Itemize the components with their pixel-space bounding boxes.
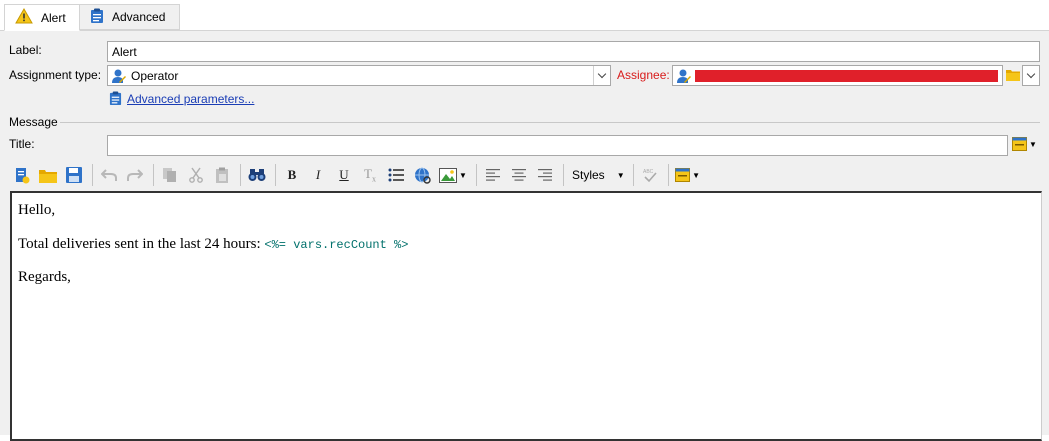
assignee-label: Assignee:: [617, 68, 670, 82]
svg-text:ABC: ABC: [643, 169, 654, 175]
copy-button[interactable]: [158, 163, 182, 187]
label-input[interactable]: Alert: [107, 41, 1040, 62]
tab-alert-label: Alert: [41, 10, 66, 25]
message-body-editor[interactable]: Hello, Total deliveries sent in the last…: [10, 191, 1042, 441]
bold-button[interactable]: B: [280, 163, 304, 187]
undo-icon: [101, 169, 117, 181]
undo-button[interactable]: [97, 163, 121, 187]
globe-link-icon: [414, 167, 431, 184]
align-center-icon: [512, 169, 526, 181]
alert-panel: Label: Alert Assignment type: Operator A…: [0, 31, 1049, 441]
toolbar-separator: [667, 164, 669, 186]
open-button[interactable]: [36, 163, 60, 187]
insert-field-icon: [1012, 137, 1027, 151]
save-icon: [66, 167, 82, 183]
clipboard-icon: [109, 91, 122, 109]
align-center-button[interactable]: [507, 163, 531, 187]
chevron-down-icon: [1026, 69, 1036, 79]
underline-button[interactable]: U: [332, 163, 356, 187]
tab-advanced-label: Advanced: [112, 10, 166, 24]
assignee-input[interactable]: [672, 65, 1003, 86]
tab-advanced[interactable]: Advanced: [80, 4, 180, 30]
align-left-icon: [486, 169, 500, 181]
toolbar-separator: [275, 164, 276, 186]
toolbar-separator: [153, 164, 154, 186]
new-document-icon: [16, 168, 30, 184]
editor-toolbar: B I U Tx ▼ Styles ▼ ABC ▼: [10, 161, 1040, 189]
clipboard-icon: [90, 8, 104, 27]
cut-icon: [189, 167, 203, 183]
label-field-label: Label:: [9, 43, 42, 57]
paste-icon: [216, 167, 228, 183]
image-icon: [439, 167, 458, 183]
editor-closing: Regards,: [18, 269, 71, 285]
toolbar-separator: [92, 164, 93, 186]
bold-icon: B: [287, 167, 297, 182]
editor-delivery-text: Total deliveries sent in the last 24 hou…: [18, 235, 265, 252]
assignment-type-label: Assignment type:: [9, 68, 102, 82]
dropdown-arrow-icon: ▼: [1029, 139, 1037, 149]
open-folder-icon: [39, 169, 57, 183]
new-document-button[interactable]: [10, 163, 34, 187]
italic-icon: I: [315, 167, 321, 182]
title-input[interactable]: [107, 135, 1008, 156]
title-label: Title:: [9, 137, 35, 151]
toolbar-separator: [240, 164, 241, 186]
align-left-button[interactable]: [481, 163, 505, 187]
copy-icon: [163, 168, 176, 182]
assignment-type-value: Operator: [131, 68, 179, 83]
editor-delivery-line: Total deliveries sent in the last 24 hou…: [18, 235, 1035, 255]
styles-dropdown[interactable]: Styles ▼: [568, 168, 629, 182]
assignee-dropdown-button[interactable]: [1022, 65, 1040, 86]
toolbar-separator: [476, 164, 477, 186]
warning-icon: [15, 7, 33, 27]
insert-field-icon: [675, 168, 691, 182]
advanced-parameters-link[interactable]: Advanced parameters...: [127, 92, 254, 106]
clear-format-button[interactable]: Tx: [358, 163, 382, 187]
save-button[interactable]: [62, 163, 86, 187]
message-section-divider: [60, 122, 1040, 123]
spellcheck-button[interactable]: ABC: [638, 163, 662, 187]
bullet-list-button[interactable]: [384, 163, 408, 187]
insert-field-button[interactable]: ▼: [1012, 137, 1037, 151]
toolbar-separator: [632, 164, 634, 186]
align-right-icon: [538, 169, 552, 181]
redo-button[interactable]: [123, 163, 147, 187]
editor-greeting: Hello,: [18, 202, 56, 218]
toolbar-separator: [563, 164, 564, 186]
clear-format-icon: Tx: [364, 166, 376, 184]
spellcheck-icon: ABC: [643, 169, 657, 183]
find-button[interactable]: [245, 163, 269, 187]
tab-bar: Alert Advanced: [0, 0, 1049, 31]
binoculars-icon: [248, 169, 266, 181]
insert-image-button[interactable]: ▼: [436, 163, 470, 187]
insert-link-button[interactable]: [410, 163, 434, 187]
operator-icon: [676, 68, 692, 84]
personalization-tag: <%= vars.recCount %>: [264, 237, 409, 252]
cut-button[interactable]: [184, 163, 208, 187]
message-section-label: Message: [9, 115, 58, 129]
paste-button[interactable]: [210, 163, 234, 187]
assignment-type-select[interactable]: Operator: [107, 65, 611, 86]
redo-icon: [127, 169, 143, 181]
redacted-assignee-value: [695, 69, 998, 82]
styles-dropdown-label: Styles: [572, 168, 605, 182]
insert-field-toolbar-button[interactable]: ▼: [673, 163, 703, 187]
dropdown-arrow-icon: ▼: [692, 170, 701, 180]
align-right-button[interactable]: [533, 163, 557, 187]
dropdown-arrow-icon: ▼: [459, 170, 467, 180]
bullet-list-icon: [388, 168, 404, 182]
italic-button[interactable]: I: [306, 163, 330, 187]
operator-icon: [111, 68, 127, 84]
chevron-down-icon[interactable]: [593, 66, 610, 85]
tab-alert[interactable]: Alert: [4, 4, 80, 31]
folder-icon[interactable]: [1006, 68, 1020, 81]
underline-icon: U: [339, 167, 349, 182]
label-input-value: Alert: [112, 44, 137, 59]
dropdown-arrow-icon: ▼: [616, 170, 625, 180]
